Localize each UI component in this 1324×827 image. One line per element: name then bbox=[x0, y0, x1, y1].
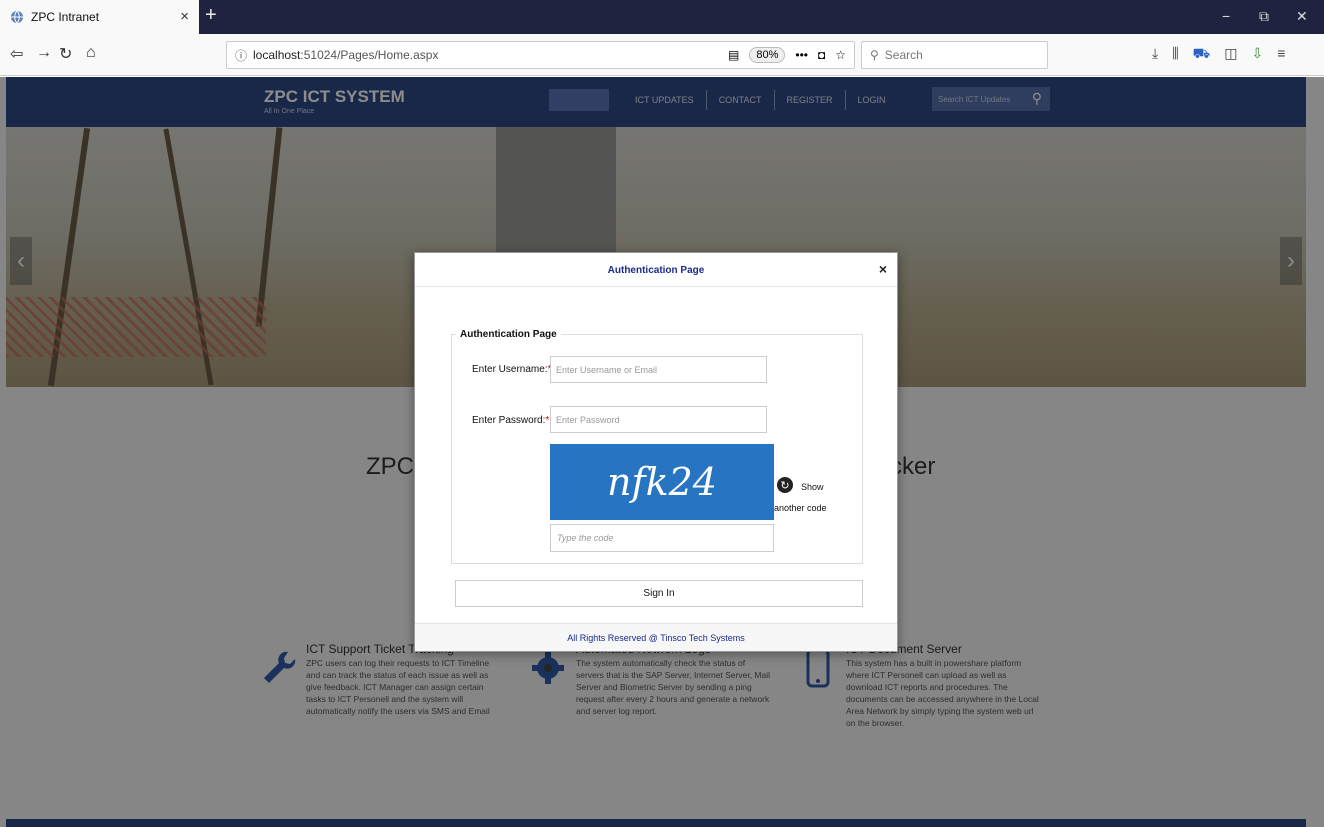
page-action-icons: ▤ 80% ••• ◘ ☆ bbox=[728, 47, 846, 63]
browser-search-input[interactable]: ⚲ Search bbox=[861, 41, 1048, 69]
close-window-button[interactable]: ✕ bbox=[1296, 8, 1308, 25]
authentication-modal: Authentication Page × Authentication Pag… bbox=[414, 252, 898, 652]
sign-in-button[interactable]: Sign In bbox=[455, 580, 863, 607]
required-mark: * bbox=[545, 415, 550, 426]
username-field[interactable]: Enter Username or Email bbox=[550, 356, 767, 383]
password-field[interactable]: Enter Password bbox=[550, 406, 767, 433]
browser-toolbar: ⇦ → ↻ ⌂ ⓘ localhost:51024/Pages/Home.asp… bbox=[0, 34, 1324, 76]
search-icon: ⚲ bbox=[870, 48, 879, 62]
downloads-icon[interactable]: ⤓ bbox=[1152, 45, 1158, 64]
modal-footer: All Rights Reserved @ Tinsco Tech System… bbox=[415, 623, 897, 651]
menu-icon[interactable]: ≡ bbox=[1277, 45, 1285, 64]
back-icon[interactable]: ⇦ bbox=[10, 44, 23, 64]
more-actions-icon[interactable]: ••• bbox=[795, 48, 808, 62]
library-icon[interactable]: ⫼ bbox=[1172, 45, 1178, 64]
tab-close-icon[interactable]: × bbox=[180, 8, 189, 25]
zoom-level[interactable]: 80% bbox=[749, 47, 786, 63]
url-text: localhost:51024/Pages/Home.aspx bbox=[253, 48, 439, 62]
new-tab-button[interactable]: + bbox=[205, 4, 217, 27]
username-label: Enter Username:* bbox=[472, 364, 552, 375]
modal-header: Authentication Page × bbox=[415, 253, 897, 287]
addon-alert-icon[interactable]: ⇩ bbox=[1252, 45, 1264, 64]
refresh-icon[interactable]: ↻ bbox=[777, 477, 793, 493]
toolbar-right-icons: ⤓ ⫼ ⛟ ◫ ⇩ ≡ bbox=[1152, 45, 1285, 64]
tab-title: ZPC Intranet bbox=[31, 10, 100, 24]
restore-button[interactable]: ⧉ bbox=[1259, 8, 1269, 25]
address-bar[interactable]: ⓘ localhost:51024/Pages/Home.aspx ▤ 80% … bbox=[226, 41, 855, 69]
captcha-image: nfk24 bbox=[550, 444, 774, 520]
captcha-input[interactable]: Type the code bbox=[550, 524, 774, 552]
pocket-icon[interactable]: ◘ bbox=[818, 48, 825, 62]
cart-icon[interactable]: ⛟ bbox=[1193, 45, 1211, 64]
password-label: Enter Password:* bbox=[472, 415, 550, 426]
browser-tab-bar: ZPC Intranet × + − ⧉ ✕ bbox=[0, 0, 1324, 34]
reader-view-icon[interactable]: ▤ bbox=[728, 48, 739, 62]
sidebar-icon[interactable]: ◫ bbox=[1224, 45, 1237, 64]
globe-icon bbox=[10, 10, 24, 24]
fieldset-legend: Authentication Page bbox=[460, 329, 557, 340]
close-icon[interactable]: × bbox=[879, 261, 887, 277]
info-icon[interactable]: ⓘ bbox=[235, 47, 247, 64]
modal-title: Authentication Page bbox=[607, 265, 705, 276]
browser-tab[interactable]: ZPC Intranet × bbox=[0, 0, 199, 34]
minimize-button[interactable]: − bbox=[1222, 8, 1230, 24]
reload-icon[interactable]: ↻ bbox=[59, 44, 72, 64]
bookmark-star-icon[interactable]: ☆ bbox=[835, 48, 846, 62]
forward-icon[interactable]: → bbox=[36, 44, 52, 62]
home-icon[interactable]: ⌂ bbox=[86, 44, 96, 62]
